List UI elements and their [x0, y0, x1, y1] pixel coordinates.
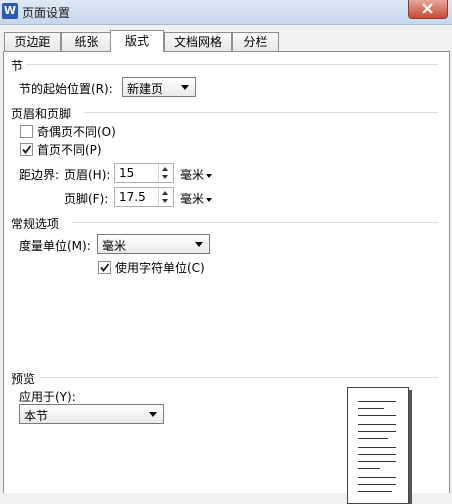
preview-line: [358, 438, 388, 439]
chevron-down-icon: [206, 197, 213, 202]
preview-heading: 预览: [11, 372, 36, 386]
chevron-down-icon: [195, 242, 203, 247]
first-page-checkbox[interactable]: [20, 143, 33, 156]
layout-panel: 节 节的起始位置(R): 新建页 页眉和页脚 奇偶页不同(O) 首页不同(P) …: [3, 51, 450, 504]
tab-paper[interactable]: 纸张: [61, 32, 112, 51]
preview-line: [358, 477, 396, 478]
chevron-down-icon: [149, 412, 157, 417]
arrow-up-icon: [162, 167, 168, 171]
preview-line: [358, 401, 396, 402]
preview-line: [358, 415, 396, 416]
footer-unit: 毫米: [180, 192, 205, 206]
footer-unit-dropdown[interactable]: 毫米: [180, 190, 213, 207]
tab-margins[interactable]: 页边距: [4, 32, 61, 51]
arrow-down-icon: [162, 199, 168, 203]
preview-line: [358, 447, 396, 448]
preview-divider: [40, 377, 438, 378]
general-heading: 常规选项: [11, 217, 60, 231]
section-start-value: 新建页: [127, 82, 164, 96]
checkmark-icon: [100, 263, 110, 272]
measure-unit-value: 毫米: [102, 239, 127, 253]
footer-distance-stepper[interactable]: 17.5: [114, 187, 174, 207]
apply-to-value: 本节: [24, 409, 49, 423]
char-unit-checkbox[interactable]: [98, 261, 111, 274]
close-button[interactable]: [408, 0, 448, 19]
distance-label: 距边界:: [19, 168, 60, 182]
page-preview: [347, 387, 409, 504]
footer-distance-value: 17.5: [119, 190, 146, 204]
measure-unit-select[interactable]: 毫米: [97, 234, 210, 254]
arrow-up-icon: [162, 191, 168, 195]
preview-line: [358, 408, 384, 409]
measure-unit-label: 度量单位(M):: [19, 239, 91, 253]
title-bar: W 页面设置: [0, 0, 452, 25]
apply-to-select[interactable]: 本节: [19, 404, 164, 424]
chevron-down-icon: [206, 173, 213, 178]
window-title: 页面设置: [22, 6, 71, 20]
chevron-down-icon: [181, 85, 189, 90]
header-distance-value: 15: [119, 166, 135, 180]
preview-line: [358, 491, 392, 492]
footer-distance-label: 页脚(F):: [64, 192, 109, 206]
header-footer-divider: [84, 112, 438, 113]
preview-line: [358, 454, 396, 455]
spin-buttons[interactable]: [158, 164, 173, 182]
first-page-label: 首页不同(P): [37, 143, 102, 157]
spin-buttons[interactable]: [158, 188, 173, 206]
tab-columns[interactable]: 分栏: [232, 32, 279, 51]
checkmark-icon: [22, 145, 32, 154]
preview-line: [358, 431, 396, 432]
tab-document-grid[interactable]: 文档网格: [164, 32, 232, 51]
apply-to-label: 应用于(Y):: [19, 390, 76, 404]
close-icon: [422, 3, 433, 14]
header-unit-dropdown[interactable]: 毫米: [180, 166, 213, 183]
section-divider: [26, 64, 438, 65]
odd-even-label: 奇偶页不同(O): [37, 125, 116, 139]
section-start-label: 节的起始位置(R):: [19, 82, 113, 96]
arrow-down-icon: [162, 175, 168, 179]
odd-even-checkbox[interactable]: [20, 125, 33, 138]
preview-line: [358, 468, 380, 469]
section-start-select[interactable]: 新建页: [122, 77, 196, 97]
wps-writer-icon: W: [2, 3, 18, 19]
char-unit-label: 使用字符单位(C): [115, 261, 205, 275]
section-heading: 节: [11, 59, 24, 73]
header-unit: 毫米: [180, 168, 205, 182]
header-footer-heading: 页眉和页脚: [11, 107, 72, 121]
preview-line: [358, 484, 396, 485]
header-distance-stepper[interactable]: 15: [114, 163, 174, 183]
preview-line: [358, 424, 396, 425]
tab-layout[interactable]: 版式: [110, 30, 164, 52]
preview-line: [358, 461, 396, 462]
general-divider: [72, 222, 438, 223]
header-distance-label: 页眉(H):: [64, 168, 111, 182]
